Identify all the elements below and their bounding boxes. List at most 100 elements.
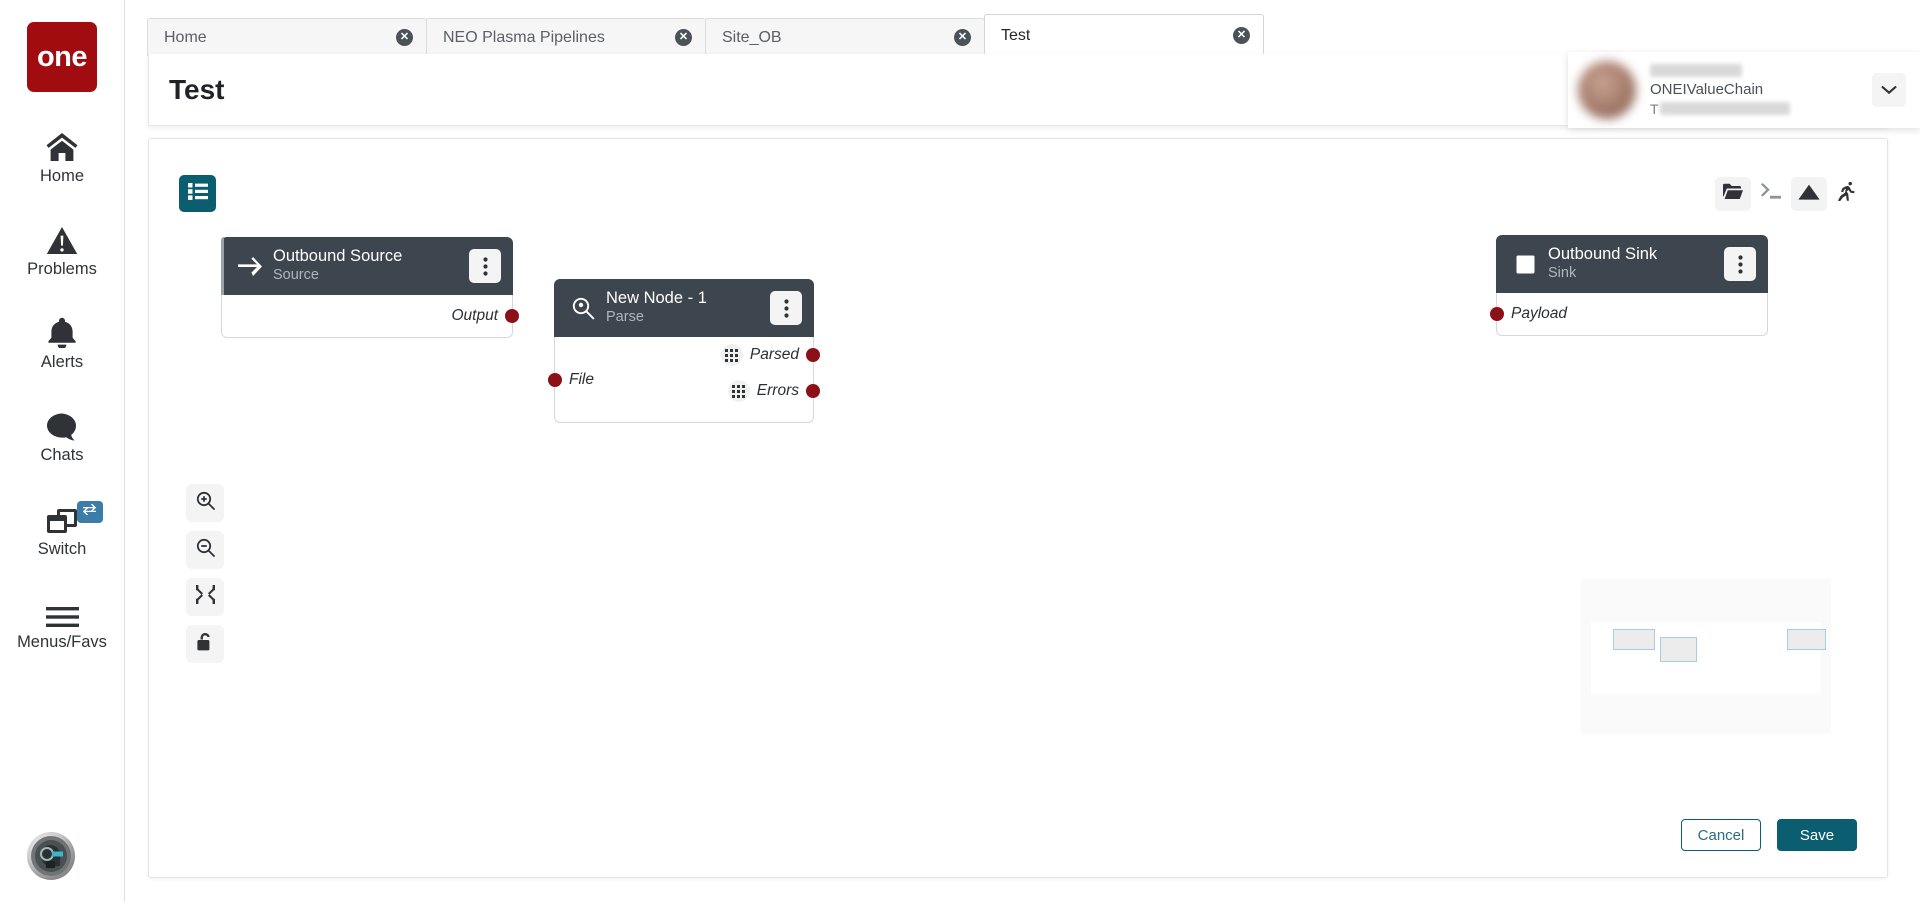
- kebab-menu-icon[interactable]: [770, 291, 802, 325]
- save-button[interactable]: Save: [1777, 819, 1857, 851]
- close-circle-icon[interactable]: ✕: [396, 29, 413, 46]
- output-port-dot[interactable]: [806, 384, 820, 398]
- node-title: Outbound Source: [273, 247, 403, 266]
- node-new-node-1[interactable]: New Node - 1 Parse File Parsed Errors: [548, 279, 820, 423]
- node-header-text: Outbound Sink Sink: [1548, 245, 1724, 282]
- kebab-menu-icon[interactable]: [469, 249, 501, 283]
- zoom-out-button[interactable]: [186, 531, 224, 569]
- grid-icon: [727, 380, 750, 402]
- tab-label: Test: [1001, 26, 1031, 44]
- node-outbound-sink[interactable]: Outbound Sink Sink Payload: [1490, 235, 1768, 336]
- node-title: Outbound Sink: [1548, 245, 1658, 264]
- terminal-icon: [1760, 183, 1782, 205]
- node-list-button[interactable]: [179, 175, 216, 212]
- pipeline-editor-card: Outbound Source Source Output New Node -…: [148, 138, 1888, 878]
- node-header[interactable]: Outbound Source Source: [221, 237, 513, 295]
- sidebar-item-switch[interactable]: Switch: [0, 495, 125, 558]
- pipeline-canvas[interactable]: Outbound Source Source Output New Node -…: [149, 139, 1887, 877]
- port-row-output-parsed[interactable]: Parsed: [555, 337, 820, 373]
- sidebar-item-problems[interactable]: Problems: [0, 215, 125, 278]
- home-icon: [45, 122, 79, 162]
- user-organization: ONEIValueChain: [1650, 80, 1764, 98]
- open-folder-button[interactable]: [1715, 177, 1751, 211]
- port-row-output-errors[interactable]: Errors: [555, 373, 820, 409]
- user-role-row: T: [1650, 101, 1872, 117]
- folder-open-icon: [1723, 183, 1743, 205]
- user-role-redacted: [1659, 102, 1790, 115]
- user-role-prefix: T: [1650, 100, 1659, 117]
- brand-logo-text: one: [36, 40, 88, 73]
- fit-to-screen-button[interactable]: [186, 578, 224, 616]
- sidebar-item-menus-favs[interactable]: Menus/Favs: [0, 588, 125, 651]
- node-subtitle: Source: [273, 267, 319, 284]
- swap-arrows-icon: [82, 503, 97, 521]
- tab-label: NEO Plasma Pipelines: [443, 28, 605, 46]
- brand-logo[interactable]: one: [27, 22, 97, 92]
- sidebar-item-label: Menus/Favs: [17, 632, 107, 651]
- minimap-node: [1787, 629, 1826, 650]
- sidebar-item-alerts[interactable]: Alerts: [0, 308, 125, 371]
- input-port-dot[interactable]: [1490, 307, 1504, 321]
- node-header[interactable]: New Node - 1 Parse: [554, 279, 814, 337]
- switch-badge[interactable]: [76, 500, 103, 523]
- node-subtitle: Parse: [606, 309, 644, 326]
- output-port-dot[interactable]: [505, 309, 519, 323]
- port-row-output[interactable]: Output: [222, 295, 519, 337]
- output-port-dot[interactable]: [806, 348, 820, 362]
- user-account-panel[interactable]: ONEIValueChain T: [1568, 52, 1920, 128]
- close-circle-icon[interactable]: ✕: [1233, 27, 1250, 44]
- minimap-viewport[interactable]: [1591, 622, 1826, 694]
- deploy-button[interactable]: [1791, 177, 1827, 211]
- browser-tab-strip: Home ✕ NEO Plasma Pipelines ✕ Site_OB ✕ …: [125, 0, 1920, 58]
- user-meta: ONEIValueChain T: [1650, 63, 1872, 117]
- sidebar-item-label: Problems: [27, 260, 97, 279]
- tab-neo-plasma-pipelines[interactable]: NEO Plasma Pipelines ✕: [426, 18, 706, 56]
- run-button[interactable]: [1829, 177, 1865, 211]
- console-button[interactable]: [1753, 177, 1789, 211]
- sidebar-item-label: Home: [39, 167, 84, 185]
- mountain-icon: [1798, 184, 1820, 205]
- hamburger-icon: [45, 588, 79, 628]
- arrow-right-icon: [233, 256, 267, 276]
- node-subtitle: Sink: [1548, 265, 1577, 282]
- cancel-button[interactable]: Cancel: [1681, 819, 1761, 851]
- node-accent-bar: [221, 237, 224, 295]
- port-label: Errors: [756, 382, 799, 399]
- port-label: Parsed: [749, 346, 799, 363]
- magnifier-pin-icon: [566, 297, 600, 320]
- kebab-menu-icon[interactable]: [1724, 247, 1756, 281]
- zoom-out-icon: [196, 538, 215, 562]
- compress-arrows-icon: [195, 585, 215, 609]
- tab-test[interactable]: Test ✕: [984, 14, 1264, 58]
- zoom-control-group: [186, 484, 224, 663]
- sidebar-item-home[interactable]: Home: [0, 122, 125, 185]
- left-navigation-rail: one Home Problems Alerts Chats Switch Me…: [0, 0, 125, 902]
- node-header[interactable]: Outbound Sink Sink: [1496, 235, 1768, 293]
- close-circle-icon[interactable]: ✕: [675, 29, 692, 46]
- tab-label: Site_OB: [722, 28, 782, 46]
- close-circle-icon[interactable]: ✕: [954, 29, 971, 46]
- node-outbound-source[interactable]: Outbound Source Source Output: [221, 237, 519, 338]
- avatar: [1578, 61, 1636, 119]
- ai-head-avatar-icon[interactable]: [27, 832, 75, 880]
- sidebar-item-chats[interactable]: Chats: [0, 401, 125, 464]
- canvas-toolbar: [1715, 177, 1865, 211]
- zoom-in-button[interactable]: [186, 484, 224, 522]
- bell-icon: [47, 308, 77, 349]
- node-body: File Parsed Errors: [548, 337, 820, 423]
- tab-label: Home: [164, 28, 207, 46]
- canvas-minimap[interactable]: [1581, 579, 1831, 734]
- sidebar-item-label: Chats: [40, 446, 84, 465]
- page-title: Test: [169, 73, 225, 105]
- node-header-text: New Node - 1 Parse: [606, 289, 770, 326]
- windows-stack-icon: [46, 495, 79, 535]
- port-row-input-payload[interactable]: Payload: [1490, 293, 1767, 335]
- minimap-node: [1613, 629, 1655, 650]
- sidebar-item-label: Switch: [37, 539, 87, 558]
- sidebar-item-label: Alerts: [40, 353, 84, 372]
- tab-home[interactable]: Home ✕: [147, 18, 427, 56]
- lock-canvas-button[interactable]: [186, 625, 224, 663]
- chevron-down-icon[interactable]: [1872, 73, 1906, 107]
- tab-site-ob[interactable]: Site_OB ✕: [705, 18, 985, 56]
- chat-bubble-icon: [46, 401, 79, 441]
